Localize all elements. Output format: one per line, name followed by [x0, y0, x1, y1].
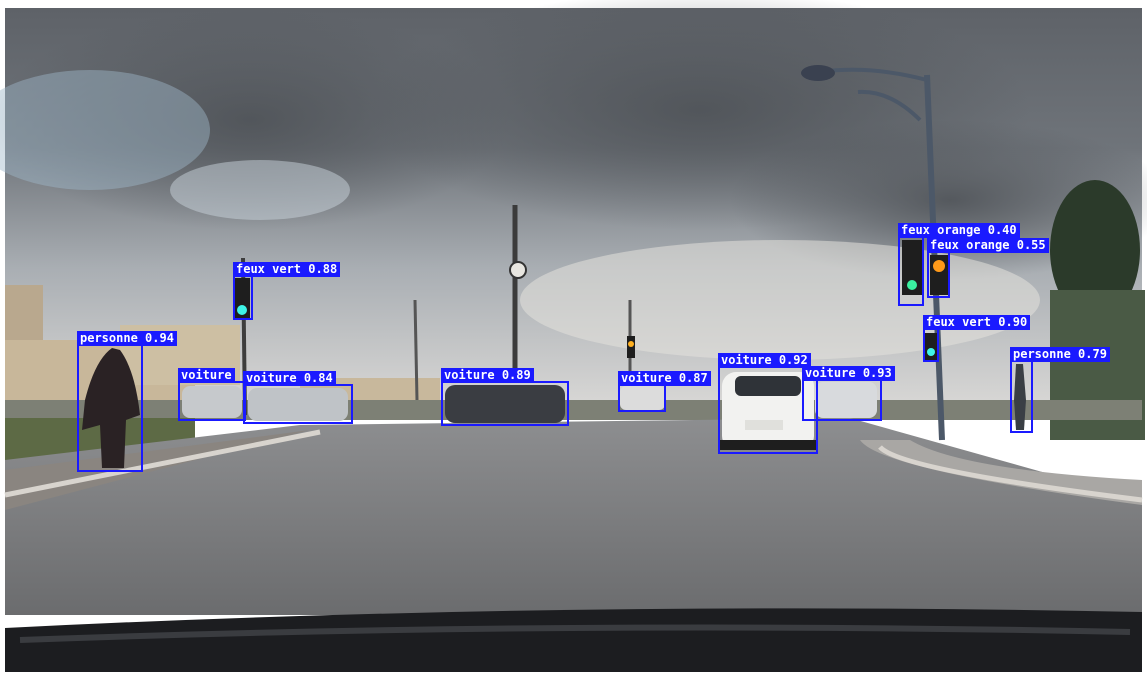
detection-box-voiture: voiture 0.89 — [441, 368, 569, 426]
detection-box-voiture: voiture 0.93 — [802, 366, 895, 421]
detection-label: voiture 0.84 — [243, 371, 336, 386]
detection-box-personne: personne 0.79 — [1010, 347, 1110, 433]
detection-box-voiture: voiture — [178, 368, 246, 421]
detection-label: feux vert 0.88 — [233, 262, 341, 277]
detection-label: voiture — [178, 368, 235, 383]
detection-label: personne 0.94 — [77, 331, 177, 346]
detection-label: voiture 0.93 — [802, 366, 895, 381]
detection-box-feux-vert: feux vert 0.90 — [923, 315, 1031, 362]
detection-label: voiture 0.89 — [441, 368, 534, 383]
detection-label: feux vert 0.90 — [923, 315, 1031, 330]
detection-box-personne: personne 0.94 — [77, 331, 177, 472]
detection-box-voiture: voiture 0.84 — [243, 371, 353, 424]
detection-label: voiture 0.87 — [618, 371, 711, 386]
detection-box-feux-orange: feux orange 0.40 — [898, 223, 1020, 306]
detection-box-voiture: voiture 0.87 — [618, 371, 711, 412]
detection-label: voiture 0.92 — [718, 353, 811, 368]
detection-label: feux orange 0.55 — [927, 238, 1049, 253]
detection-box-feux-vert: feux vert 0.88 — [233, 262, 341, 320]
detection-label: personne 0.79 — [1010, 347, 1110, 362]
detection-label: feux orange 0.40 — [898, 223, 1020, 238]
detection-box-feux-orange: feux orange 0.55 — [927, 238, 1049, 298]
